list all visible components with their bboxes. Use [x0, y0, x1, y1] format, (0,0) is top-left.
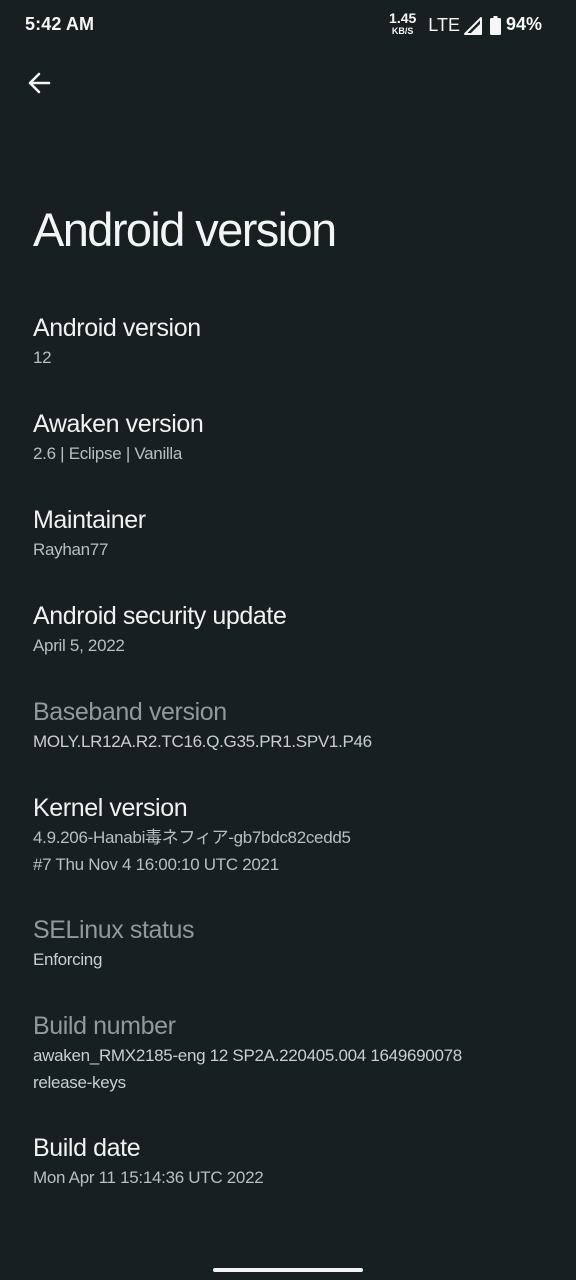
network-speed: 1.45 KB/S	[389, 10, 417, 37]
setting-item-title: Maintainer	[33, 506, 146, 534]
setting-item-title: SELinux status	[33, 916, 195, 944]
network-type: LTE	[428, 15, 460, 35]
battery-percent: 94%	[505, 14, 542, 34]
setting-item-title: Android security update	[33, 602, 287, 630]
setting-item-title: Awaken version	[33, 410, 204, 438]
setting-item-title: Baseband version	[33, 698, 227, 726]
setting-item-summary: Enforcing	[33, 950, 103, 969]
network-speed-unit: KB/S	[391, 26, 414, 36]
status-bar: 5:42 AM 1.45 KB/S LTE 94%	[0, 0, 576, 50]
signal-icon	[463, 17, 482, 35]
setting-item-summary: MOLY.LR12A.R2.TC16.Q.G35.PR1.SPV1.P46	[33, 732, 372, 751]
setting-item-summary-line2: release-keys	[33, 1073, 126, 1092]
setting-item-title: Android version	[33, 314, 201, 342]
setting-item-maintainer[interactable]: Maintainer Rayhan77	[33, 504, 553, 563]
setting-item-summary: Mon Apr 11 15:14:36 UTC 2022	[33, 1168, 264, 1187]
setting-item-title: Build number	[33, 1012, 176, 1040]
setting-item-awaken-version[interactable]: Awaken version 2.6 | Eclipse | Vanilla	[33, 408, 553, 467]
setting-item-summary: Rayhan77	[33, 540, 109, 559]
setting-item-baseband-version: Baseband version MOLY.LR12A.R2.TC16.Q.G3…	[33, 696, 553, 755]
setting-item-build-date[interactable]: Build date Mon Apr 11 15:14:36 UTC 2022	[33, 1132, 553, 1191]
setting-item-title: Build date	[33, 1134, 141, 1162]
setting-item-summary-line1: 4.9.206-Hanabi毒ネフィア-gb7bdc82cedd5	[33, 828, 351, 847]
setting-item-android-version[interactable]: Android version 12	[33, 312, 553, 371]
page-title: Android version	[33, 203, 337, 256]
setting-item-summary-line1: awaken_RMX2185-eng 12 SP2A.220405.004 16…	[33, 1046, 462, 1065]
battery-icon	[489, 16, 501, 35]
setting-item-title: Kernel version	[33, 794, 188, 822]
setting-item-summary: 2.6 | Eclipse | Vanilla	[33, 444, 183, 463]
setting-item-security-update[interactable]: Android security update April 5, 2022	[33, 600, 553, 659]
setting-item-summary-line2: #7 Thu Nov 4 16:00:10 UTC 2021	[33, 855, 279, 874]
setting-item-summary: 12	[33, 348, 52, 367]
setting-item-kernel-version[interactable]: Kernel version 4.9.206-Hanabi毒ネフィア-gb7bd…	[33, 792, 553, 878]
gesture-nav-handle[interactable]	[213, 1268, 363, 1272]
back-button[interactable]	[22, 66, 56, 100]
network-speed-value: 1.45	[389, 10, 417, 26]
status-icons: 1.45 KB/S LTE 94%	[389, 11, 542, 41]
status-time: 5:42 AM	[25, 14, 95, 34]
setting-item-selinux-status: SELinux status Enforcing	[33, 914, 553, 973]
setting-item-summary: April 5, 2022	[33, 636, 125, 655]
setting-item-build-number[interactable]: Build number awaken_RMX2185-eng 12 SP2A.…	[33, 1010, 553, 1096]
arrow-back-icon	[28, 72, 51, 94]
